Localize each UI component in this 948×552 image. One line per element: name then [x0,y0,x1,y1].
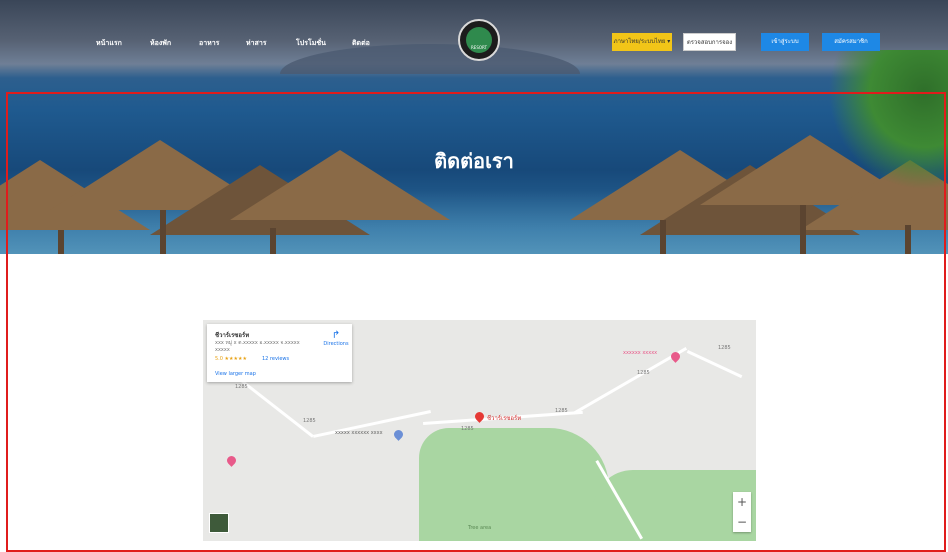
road-number-label: 1285 [461,426,474,432]
poi-label: xxxxxx xxxxx [623,350,658,356]
road-number-label: 1285 [555,408,568,414]
embedded-map[interactable]: ชีวาร์เรซอร์ท xxx หมู่ x ต.xxxxx อ.xxxxx… [203,320,756,541]
map-forest-area [593,470,756,541]
road-number-label: 1285 [718,345,731,351]
map-road [686,350,743,379]
register-button[interactable]: สมัครสมาชิก [822,33,880,51]
map-road [241,380,314,438]
nav-link-rooms[interactable]: ห้องพัก [150,38,171,49]
directions-icon: ↱ [331,330,341,341]
language-dropdown-button[interactable]: ภาษาไทย/ระบบไทย ▾ [612,33,672,51]
directions-button[interactable]: ↱ Directions [321,330,351,347]
nav-link-home[interactable]: หน้าแรก [96,38,122,49]
umbrella-pole [58,230,64,254]
view-larger-map-link[interactable]: View larger map [215,371,256,377]
map-info-card: ชีวาร์เรซอร์ท xxx หมู่ x ต.xxxxx อ.xxxxx… [207,324,352,382]
umbrella-pole [800,205,806,254]
umbrella-pole [270,228,276,254]
road-number-label: 1285 [303,418,316,424]
nav-link-news[interactable]: ห่าสาร [246,38,267,49]
resort-place-label: ชีวาร์เรซอร์ท [487,415,522,422]
location-pin-icon[interactable] [225,454,238,467]
road-number-label: 1285 [637,370,650,376]
page-title: ติดต่อเรา [434,149,514,173]
zoom-out-button[interactable]: − [733,512,751,532]
nav-link-contact[interactable]: ติดต่อ [352,38,370,49]
nav-link-food[interactable]: อาหาร [199,38,219,49]
map-forest-area [419,428,609,541]
place-address: xxx หมู่ x ต.xxxxx อ.xxxxx จ.xxxxx xxxxx [215,340,300,353]
umbrella-pole [905,225,911,254]
satellite-toggle-button[interactable] [209,513,229,533]
map-zoom-control: + − [733,492,751,532]
umbrella-pole [160,210,166,254]
directions-label: Directions [323,341,349,347]
road-number-label: 1285 [235,384,248,390]
umbrella-pole [660,220,666,254]
hero-banner: หน้าแรก ห้องพัก อาหาร ห่าสาร โปรโมชั่น ต… [0,0,948,254]
resort-logo[interactable]: RESORT [458,19,500,61]
place-rating: 5.0 ★★★★★ [215,356,247,362]
check-booking-button[interactable]: ตรวจสอบการจอง [683,33,736,51]
area-label: Tree area [468,525,492,531]
reviews-link[interactable]: 12 reviews [262,356,289,362]
logo-text: RESORT [471,45,487,50]
zoom-in-button[interactable]: + [733,492,751,512]
poi-label: xxxxx xxxxxx xxxx [335,430,383,436]
nav-link-promotion[interactable]: โปรโมชั่น [296,38,326,49]
login-button[interactable]: เข้าสู่ระบบ [761,33,809,51]
